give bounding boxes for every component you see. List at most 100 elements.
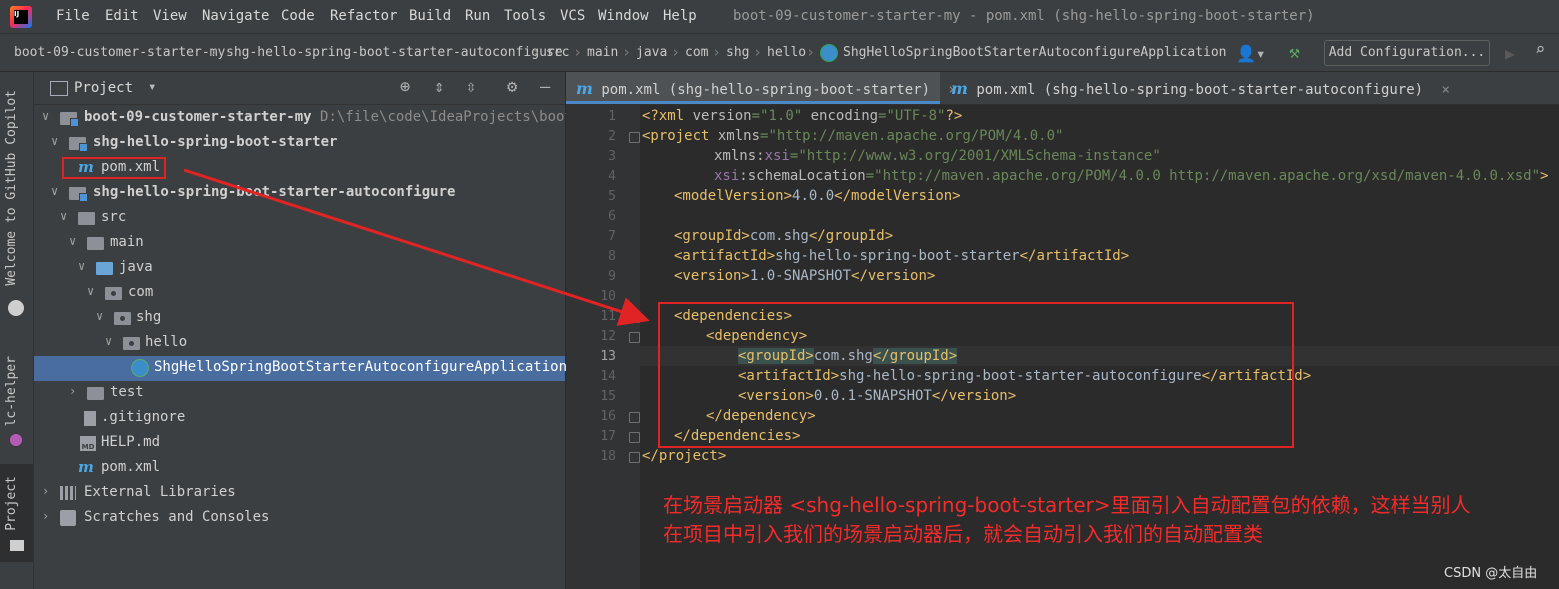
chevron-down-icon[interactable]: ∨ bbox=[78, 259, 85, 273]
tree-item-help-md[interactable]: MD HELP.md bbox=[34, 431, 565, 456]
menu-refactor[interactable]: Refactor bbox=[330, 8, 397, 24]
tab-pom-autoconfigure[interactable]: m pom.xml (shg-hello-spring-boot-starter… bbox=[941, 72, 1450, 104]
chevron-down-icon[interactable]: ▾ bbox=[148, 79, 156, 95]
fold-marker-icon[interactable] bbox=[629, 132, 640, 143]
breadcrumb-hello[interactable]: hello bbox=[767, 45, 806, 60]
chevron-down-icon[interactable]: ∨ bbox=[60, 209, 67, 223]
line-number: 4 bbox=[608, 169, 616, 184]
tree-item-label: shg-hello-spring-boot-starter-autoconfig… bbox=[93, 184, 456, 200]
search-icon[interactable]: ⌕ bbox=[1535, 40, 1545, 60]
chevron-right-icon: › bbox=[573, 43, 583, 61]
line-number: 12 bbox=[600, 329, 616, 344]
tree-item-label: Scratches and Consoles bbox=[84, 509, 270, 525]
tab-github-copilot[interactable]: Welcome to GitHub Copilot bbox=[4, 90, 19, 286]
fold-marker-icon[interactable] bbox=[629, 432, 640, 443]
user-account-icon[interactable]: 👤▾ bbox=[1236, 44, 1266, 63]
tab-lc-helper[interactable]: lc-helper bbox=[4, 356, 19, 426]
tree-item-src[interactable]: ∨ src bbox=[34, 206, 565, 231]
minimize-icon[interactable]: — bbox=[540, 77, 550, 97]
project-panel-title[interactable]: Project bbox=[74, 80, 133, 96]
code-line-4[interactable]: xsi:schemaLocation="http://maven.apache.… bbox=[714, 168, 1548, 184]
menu-tools[interactable]: Tools bbox=[504, 8, 546, 24]
close-icon[interactable]: × bbox=[1442, 82, 1450, 98]
maven-icon: m bbox=[951, 79, 968, 98]
code-line-5[interactable]: <modelVersion>4.0.0</modelVersion> bbox=[674, 188, 961, 204]
chevron-down-icon[interactable]: ∨ bbox=[51, 134, 58, 148]
run-icon[interactable]: ▶ bbox=[1505, 44, 1515, 63]
tree-item-root[interactable]: ∨ boot-09-customer-starter-my D:\file\co… bbox=[34, 106, 590, 131]
tree-item-external-libraries[interactable]: › External Libraries bbox=[34, 481, 565, 506]
fold-marker-icon[interactable] bbox=[629, 412, 640, 423]
code-line-3[interactable]: xmlns:xsi="http://www.w3.org/2001/XMLSch… bbox=[714, 148, 1161, 164]
maven-icon: m bbox=[576, 79, 593, 98]
menu-vcs[interactable]: VCS bbox=[560, 8, 585, 24]
chevron-down-icon[interactable]: ∨ bbox=[87, 284, 94, 298]
breadcrumb-com[interactable]: com bbox=[685, 45, 708, 60]
code-line-1[interactable]: <?xml version="1.0" encoding="UTF-8"?> bbox=[642, 108, 962, 124]
code-line-2[interactable]: <project xmlns="http://maven.apache.org/… bbox=[642, 128, 1063, 144]
line-number: 11 bbox=[600, 309, 616, 324]
chevron-down-icon[interactable]: ∨ bbox=[42, 109, 49, 123]
tree-item-pom-autoconfigure[interactable]: m pom.xml bbox=[34, 456, 565, 481]
fold-marker-icon[interactable] bbox=[629, 332, 640, 343]
chevron-down-icon[interactable]: ∨ bbox=[105, 334, 112, 348]
tree-item-autoconfigure-module[interactable]: ∨ shg-hello-spring-boot-starter-autoconf… bbox=[34, 181, 565, 206]
menu-build[interactable]: Build bbox=[409, 8, 451, 24]
chevron-down-icon[interactable]: ∨ bbox=[69, 234, 76, 248]
line-number: 1 bbox=[608, 109, 616, 124]
tree-item-label: shg bbox=[136, 309, 162, 325]
tree-item-java[interactable]: ∨ java bbox=[34, 256, 565, 281]
code-line-9[interactable]: <version>1.0-SNAPSHOT</version> bbox=[674, 268, 935, 284]
fold-marker-icon[interactable] bbox=[629, 452, 640, 463]
tree-item-label: src bbox=[101, 209, 127, 225]
breadcrumb-class[interactable]: ShgHelloSpringBootStarterAutoconfigureAp… bbox=[843, 45, 1227, 60]
tree-item-main[interactable]: ∨ main bbox=[34, 231, 565, 256]
breadcrumb-module[interactable]: shg-hello-spring-boot-starter-autoconfig… bbox=[226, 45, 563, 60]
tree-item-scratches[interactable]: › Scratches and Consoles bbox=[34, 506, 565, 531]
intellij-logo-icon: IJ bbox=[10, 6, 32, 28]
breadcrumb-shg[interactable]: shg bbox=[726, 45, 749, 60]
code-line-7[interactable]: <groupId>com.shg</groupId> bbox=[674, 228, 893, 244]
code-line-8[interactable]: <artifactId>shg-hello-spring-boot-starte… bbox=[674, 248, 1129, 264]
tree-item-com[interactable]: ∨ com bbox=[34, 281, 565, 306]
tree-item-gitignore[interactable]: .gitignore bbox=[34, 406, 565, 431]
menu-run[interactable]: Run bbox=[465, 8, 490, 24]
menu-edit[interactable]: Edit bbox=[105, 8, 139, 24]
build-hammer-icon[interactable]: ⚒ bbox=[1289, 42, 1300, 63]
markdown-file-icon: MD bbox=[80, 436, 96, 451]
tree-item-label: boot-09-customer-starter-my D:\file\code… bbox=[84, 109, 590, 125]
menu-file[interactable]: File bbox=[56, 8, 90, 24]
add-configuration-button[interactable]: Add Configuration... bbox=[1324, 40, 1490, 66]
tree-item-application-class[interactable]: ShgHelloSpringBootStarterAutoconfigureAp… bbox=[34, 356, 567, 381]
collapse-all-icon[interactable]: ⇳ bbox=[466, 77, 476, 97]
gear-icon[interactable]: ⚙ bbox=[507, 77, 517, 97]
fold-marker-icon[interactable] bbox=[629, 312, 640, 323]
tree-item-shg[interactable]: ∨ shg bbox=[34, 306, 565, 331]
tree-item-hello[interactable]: ∨ hello bbox=[34, 331, 565, 356]
menu-window[interactable]: Window bbox=[598, 8, 649, 24]
menu-code[interactable]: Code bbox=[281, 8, 315, 24]
locate-target-icon[interactable]: ⊕ bbox=[400, 77, 410, 97]
chevron-right-icon[interactable]: › bbox=[42, 484, 49, 498]
tab-project[interactable]: Project bbox=[4, 476, 19, 531]
code-line-18[interactable]: </project> bbox=[642, 448, 726, 464]
tree-item-starter-module[interactable]: ∨ shg-hello-spring-boot-starter bbox=[34, 131, 565, 156]
menu-navigate[interactable]: Navigate bbox=[202, 8, 269, 24]
menu-view[interactable]: View bbox=[153, 8, 187, 24]
tab-pom-starter[interactable]: m pom.xml (shg-hello-spring-boot-starter… bbox=[566, 72, 957, 104]
module-folder-icon bbox=[69, 137, 88, 152]
chevron-right-icon: › bbox=[671, 43, 681, 61]
chevron-right-icon[interactable]: › bbox=[69, 384, 76, 398]
project-view-icon bbox=[50, 81, 68, 96]
menu-help[interactable]: Help bbox=[663, 8, 697, 24]
chevron-down-icon[interactable]: ∨ bbox=[96, 309, 103, 323]
tree-item-test[interactable]: › test bbox=[34, 381, 565, 406]
breadcrumb-main[interactable]: main bbox=[587, 45, 618, 60]
breadcrumb-project[interactable]: boot-09-customer-starter-my bbox=[14, 45, 225, 60]
chevron-right-icon[interactable]: › bbox=[42, 509, 49, 523]
breadcrumb-src[interactable]: src bbox=[546, 45, 569, 60]
expand-all-icon[interactable]: ⇕ bbox=[434, 77, 444, 97]
chevron-down-icon[interactable]: ∨ bbox=[51, 184, 58, 198]
tree-item-label: HELP.md bbox=[101, 434, 161, 450]
breadcrumb-java[interactable]: java bbox=[636, 45, 667, 60]
